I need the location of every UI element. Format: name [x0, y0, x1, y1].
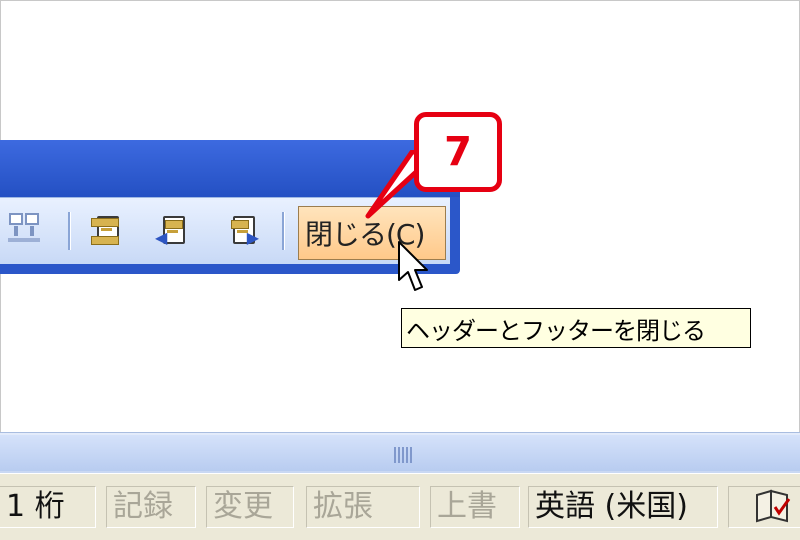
status-overwrite[interactable]: 上書 — [430, 486, 520, 528]
status-spelling[interactable] — [728, 486, 800, 528]
page-setup-icon — [91, 214, 119, 246]
switch-header-footer-icon — [8, 213, 40, 242]
toolbar-separator — [68, 212, 71, 250]
switch-header-footer-button[interactable] — [4, 208, 44, 252]
status-record[interactable]: 記録 — [106, 486, 196, 528]
step-callout: 7 — [414, 112, 502, 192]
status-bar: 1 桁 記録 変更 拡張 上書 英語 (米国) — [0, 473, 800, 540]
tooltip: ヘッダーとフッターを閉じる — [401, 308, 751, 348]
status-column: 1 桁 — [0, 486, 96, 528]
status-language[interactable]: 英語 (米国) — [528, 486, 718, 528]
show-next-icon: ▶ — [227, 214, 259, 246]
status-track-changes[interactable]: 変更 — [206, 486, 294, 528]
spelling-book-icon — [756, 489, 791, 523]
status-extend[interactable]: 拡張 — [306, 486, 420, 528]
grip-icon — [394, 447, 414, 463]
toolbar-separator — [282, 212, 285, 250]
scrollbar-thumb[interactable] — [0, 435, 800, 471]
show-previous-icon: ◀ — [155, 214, 185, 246]
horizontal-scrollbar[interactable] — [0, 432, 800, 473]
show-previous-button[interactable] — [84, 208, 124, 252]
show-next-header-button[interactable]: ▶ — [220, 208, 260, 252]
show-previous-header-button[interactable]: ◀ — [150, 208, 190, 252]
mouse-pointer-icon — [398, 241, 428, 291]
